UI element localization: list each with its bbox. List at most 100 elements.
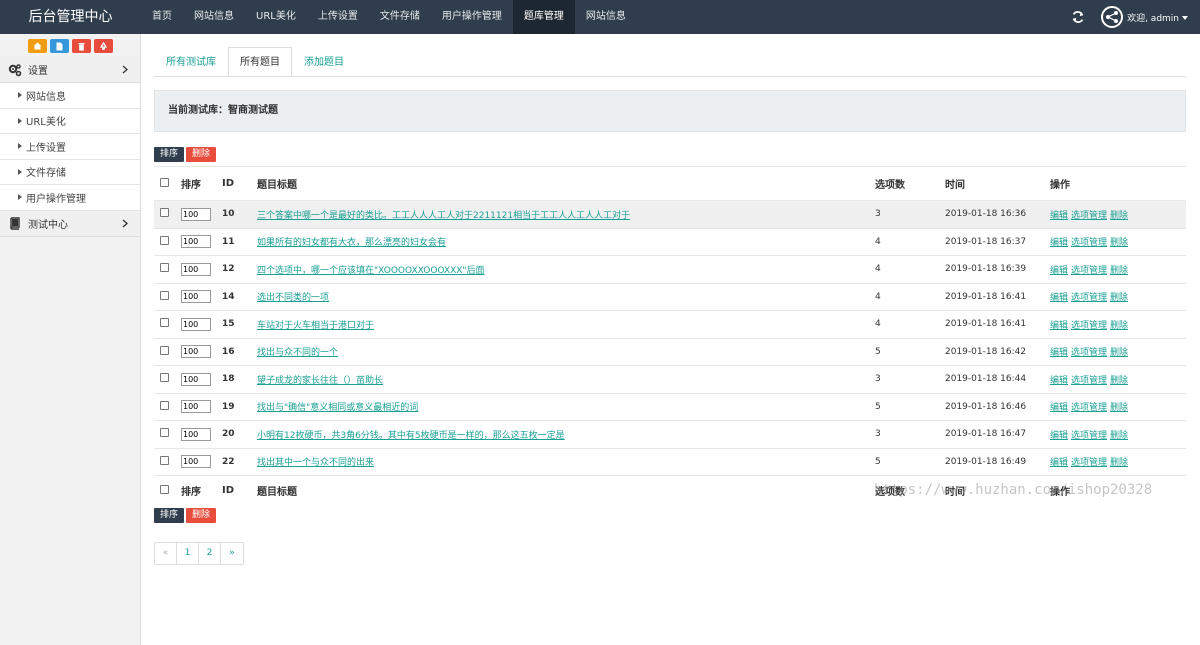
nav-item-3[interactable]: 上传设置 — [307, 0, 369, 34]
options-manage-link[interactable]: 选项管理 — [1071, 293, 1107, 303]
avatar[interactable] — [1101, 6, 1124, 28]
delete-button-bottom[interactable]: 删除 — [186, 508, 217, 523]
home-quick-button[interactable] — [27, 39, 47, 53]
edit-link[interactable]: 编辑 — [1050, 376, 1068, 386]
options-manage-link[interactable]: 选项管理 — [1071, 348, 1107, 358]
tab-2[interactable]: 添加题目 — [292, 47, 356, 77]
nav-item-7[interactable]: 网站信息 — [575, 0, 637, 34]
edit-link[interactable]: 编辑 — [1050, 238, 1068, 248]
delete-link[interactable]: 删除 — [1110, 403, 1128, 413]
edit-link[interactable]: 编辑 — [1050, 293, 1068, 303]
sort-order-input[interactable] — [181, 207, 211, 221]
sort-order-input[interactable] — [181, 235, 211, 249]
sidebar-item-1[interactable]: URL美化 — [0, 108, 140, 134]
trash-quick-button[interactable] — [71, 39, 91, 53]
question-title-link[interactable]: 选出不同类的一项 — [257, 293, 329, 303]
row-checkbox[interactable] — [160, 373, 169, 383]
sort-order-input[interactable] — [181, 317, 211, 331]
edit-link[interactable]: 编辑 — [1050, 458, 1068, 468]
page-button-0[interactable]: « — [155, 543, 177, 564]
delete-link[interactable]: 删除 — [1110, 211, 1128, 221]
question-title-link[interactable]: 找出其中一个与众不同的出来 — [257, 458, 374, 468]
delete-link[interactable]: 删除 — [1110, 321, 1128, 331]
sort-order-input[interactable] — [181, 455, 211, 469]
nav-item-2[interactable]: URL美化 — [245, 0, 307, 34]
recycle-quick-button[interactable] — [93, 39, 113, 53]
edit-link[interactable]: 编辑 — [1050, 321, 1068, 331]
row-actions: 编辑 选项管理 删除 — [1050, 310, 1186, 338]
sidebar-item-4[interactable]: 用户操作管理 — [0, 185, 140, 211]
nav-item-1[interactable]: 网站信息 — [183, 0, 245, 34]
options-manage-link[interactable]: 选项管理 — [1071, 376, 1107, 386]
row-checkbox[interactable] — [160, 235, 169, 245]
delete-link[interactable]: 删除 — [1110, 348, 1128, 358]
user-menu[interactable]: 欢迎, admin — [1127, 11, 1188, 24]
question-title-link[interactable]: 如果所有的妇女都有大衣，那么漂亮的妇女会有 — [257, 238, 446, 248]
edit-link[interactable]: 编辑 — [1050, 431, 1068, 441]
delete-link[interactable]: 删除 — [1110, 293, 1128, 303]
question-title-link[interactable]: 小明有12枚硬币，共3角6分钱。其中有5枚硬币是一样的，那么这五枚一定是 — [257, 431, 565, 441]
sort-order-input[interactable] — [181, 262, 211, 276]
row-checkbox[interactable] — [160, 400, 169, 410]
options-manage-link[interactable]: 选项管理 — [1071, 238, 1107, 248]
tab-1[interactable]: 所有题目 — [228, 47, 292, 77]
row-checkbox[interactable] — [160, 290, 169, 300]
edit-link[interactable]: 编辑 — [1050, 403, 1068, 413]
options-manage-link[interactable]: 选项管理 — [1071, 458, 1107, 468]
sort-order-input[interactable] — [181, 345, 211, 359]
nav-item-6[interactable]: 题库管理 — [512, 0, 575, 34]
question-title-link[interactable]: 三个答案中哪一个是最好的类比。工工人人人工人对于2211121相当于工工人人工人… — [257, 211, 630, 221]
trash-icon — [78, 42, 85, 51]
delete-link[interactable]: 删除 — [1110, 266, 1128, 276]
page-button-3[interactable]: » — [221, 543, 243, 564]
refresh-icon[interactable] — [1071, 10, 1085, 24]
nav-item-0[interactable]: 首页 — [141, 0, 183, 34]
sort-order-input[interactable] — [181, 400, 211, 414]
sidebar-item-0[interactable]: 网站信息 — [0, 83, 140, 109]
sort-order-input[interactable] — [181, 427, 211, 441]
brand-title[interactable]: 后台管理中心 — [0, 0, 141, 34]
page-button-2[interactable]: 2 — [199, 543, 221, 564]
nav-item-4[interactable]: 文件存储 — [369, 0, 431, 34]
edit-link[interactable]: 编辑 — [1050, 266, 1068, 276]
delete-link[interactable]: 删除 — [1110, 238, 1128, 248]
sidebar-group-test-center[interactable]: 测试中心 — [0, 210, 140, 237]
tab-0[interactable]: 所有测试库 — [154, 47, 228, 77]
options-manage-link[interactable]: 选项管理 — [1071, 403, 1107, 413]
delete-button[interactable]: 删除 — [186, 147, 217, 162]
question-title-link[interactable]: 车站对于火车相当于港口对于 — [257, 321, 374, 331]
nav-item-5[interactable]: 用户操作管理 — [431, 0, 513, 34]
sidebar-item-3[interactable]: 文件存储 — [0, 159, 140, 185]
sort-order-input[interactable] — [181, 372, 211, 386]
question-title-link[interactable]: 找出与"确信"意义相同或意义最相近的词 — [257, 403, 418, 413]
delete-link[interactable]: 删除 — [1110, 431, 1128, 441]
select-all-checkbox-bottom[interactable] — [160, 484, 169, 494]
sort-button-bottom[interactable]: 排序 — [154, 508, 185, 523]
page-button-1[interactable]: 1 — [177, 543, 199, 564]
row-time: 2019-01-18 16:36 — [945, 200, 1050, 228]
options-manage-link[interactable]: 选项管理 — [1071, 211, 1107, 221]
row-checkbox[interactable] — [160, 455, 169, 465]
sidebar-group-settings[interactable]: 设置 — [0, 57, 140, 83]
delete-link[interactable]: 删除 — [1110, 376, 1128, 386]
row-checkbox[interactable] — [160, 318, 169, 328]
row-checkbox[interactable] — [160, 345, 169, 355]
options-manage-link[interactable]: 选项管理 — [1071, 431, 1107, 441]
sidebar-item-2[interactable]: 上传设置 — [0, 134, 140, 160]
question-title-link[interactable]: 四个选项中，哪一个应该填在"XOOOOXXOOOXXX"后面 — [257, 266, 485, 276]
row-checkbox[interactable] — [160, 263, 169, 273]
row-checkbox[interactable] — [160, 208, 169, 218]
row-checkbox[interactable] — [160, 428, 169, 438]
options-manage-link[interactable]: 选项管理 — [1071, 321, 1107, 331]
edit-link[interactable]: 编辑 — [1050, 348, 1068, 358]
sort-order-input[interactable] — [181, 290, 211, 304]
select-all-checkbox[interactable] — [160, 177, 169, 187]
question-title-link[interactable]: 望子成龙的家长往往（）苗助长 — [257, 376, 383, 386]
options-manage-link[interactable]: 选项管理 — [1071, 266, 1107, 276]
delete-link[interactable]: 删除 — [1110, 458, 1128, 468]
file-quick-button[interactable] — [49, 39, 69, 53]
sort-button[interactable]: 排序 — [154, 147, 185, 162]
edit-link[interactable]: 编辑 — [1050, 211, 1068, 221]
question-title-link[interactable]: 找出与众不同的一个 — [257, 348, 338, 358]
row-checkbox-cell — [154, 200, 181, 228]
